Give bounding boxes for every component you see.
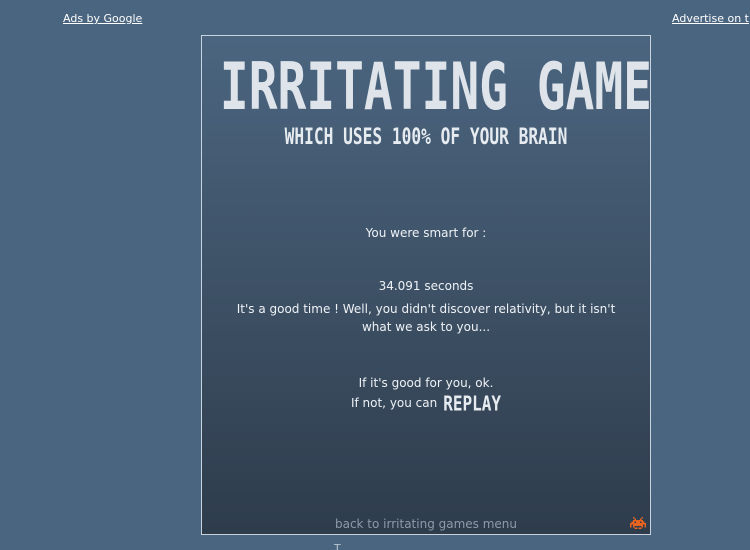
game-subtitle: WHICH USES 100% OF YOUR BRAIN (284, 124, 568, 151)
result-comment: It's a good time ! Well, you didn't disc… (236, 302, 616, 334)
back-to-menu-link[interactable]: back to irritating games menu (202, 517, 650, 531)
good-line: If it's good for you, ok. (358, 376, 494, 390)
game-title: IRRITATING GAME (219, 50, 651, 125)
time-value: 34.091 seconds (378, 279, 474, 293)
replay-button[interactable]: REPLAY (443, 392, 501, 416)
ads-by-google-link[interactable]: Ads by Google (63, 12, 142, 25)
not-line-text: If not, you can (350, 396, 438, 410)
smart-label: You were smart for : (365, 226, 487, 240)
space-invader-icon[interactable] (630, 516, 646, 530)
footer-text: T (334, 542, 341, 550)
page: Ads by Google Advertise on t IRRITATING … (0, 0, 750, 550)
advertise-link[interactable]: Advertise on t (672, 12, 749, 25)
replay-line: If not, you can REPLAY (202, 392, 650, 416)
game-frame: IRRITATING GAME WHICH USES 100% OF YOUR … (201, 35, 651, 535)
